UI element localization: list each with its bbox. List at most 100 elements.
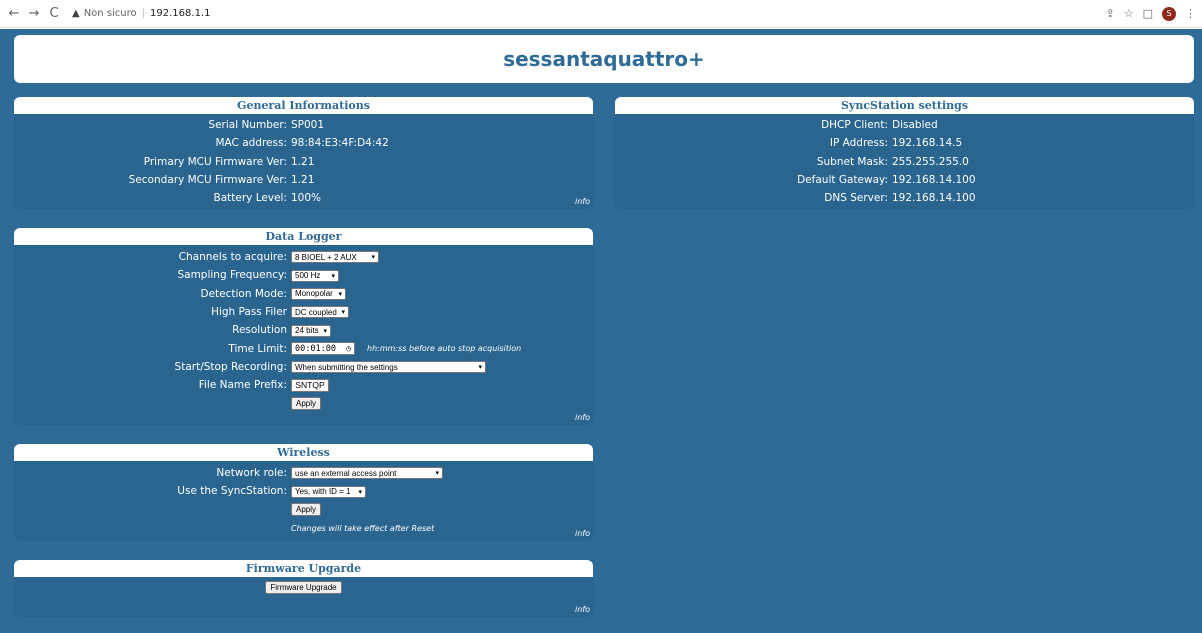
prefix-row: File Name Prefix: SNTQP	[14, 376, 593, 394]
network-role-row: Network role: use an external access poi…	[14, 464, 593, 482]
row-value: 192.168.14.5	[892, 137, 963, 150]
header-box: sessantaquattro+	[14, 35, 1194, 83]
role-label: Network role:	[216, 467, 287, 480]
info-row-serial: Serial Number: SP001	[14, 116, 593, 134]
row-label: Default Gateway:	[797, 174, 888, 187]
star-icon[interactable]: ☆	[1124, 7, 1134, 20]
chevron-down-icon: ▾	[341, 309, 345, 317]
row-value: 192.168.14.100	[892, 192, 976, 205]
channels-label: Channels to acquire:	[178, 251, 287, 264]
timelimit-hint: hh:mm:ss before auto stop acquisition	[367, 344, 522, 354]
chevron-down-icon: ▾	[358, 488, 362, 496]
wireless-apply-button[interactable]: Apply	[291, 503, 322, 517]
chevron-down-icon: ▾	[371, 254, 375, 262]
info-link[interactable]: info	[575, 605, 590, 614]
row-label: IP Address:	[829, 137, 888, 150]
resolution-label: Resolution	[232, 324, 287, 337]
datalogger-title: Data Logger	[14, 228, 593, 245]
syncstation-select[interactable]: Yes, with ID = 1 ▾	[291, 485, 366, 498]
row-value: 192.168.14.100	[892, 174, 976, 187]
profile-avatar[interactable]: S	[1162, 6, 1176, 21]
detection-select[interactable]: Monopolar ▾	[291, 287, 346, 300]
timelimit-row: Time Limit: 00:01:00 ◷ hh:mm:ss before au…	[14, 339, 593, 357]
prefix-input[interactable]: SNTQP	[291, 378, 329, 392]
row-label: DNS Server:	[824, 192, 888, 205]
wireless-note-row: Changes will take effect after Reset	[14, 519, 593, 537]
firmware-panel: Firmware Upgarde Firmware Upgrade info	[14, 560, 593, 617]
info-row-secondary-fw: Secondary MCU Firmware Ver: 1.21	[14, 171, 593, 189]
row-label: Primary MCU Firmware Ver:	[143, 155, 287, 168]
startstop-select[interactable]: When submitting the settings ▾	[291, 361, 486, 374]
hpf-row: High Pass Filer DC coupled ▾	[14, 303, 593, 321]
forward-icon[interactable]: →	[26, 6, 42, 22]
sync-row-dns: DNS Server: 192.168.14.100	[615, 189, 1194, 207]
wireless-title: Wireless	[14, 444, 593, 461]
row-value: 1.21	[291, 174, 315, 187]
startstop-label: Start/Stop Recording:	[174, 360, 287, 373]
detection-label: Detection Mode:	[200, 287, 288, 300]
row-value: 100%	[291, 192, 322, 205]
row-label: DHCP Client:	[821, 119, 888, 132]
menu-icon[interactable]: ⋮	[1185, 7, 1196, 20]
row-value: 98:84:E3:4F:D4:42	[291, 137, 389, 150]
row-value: 1.21	[291, 155, 315, 168]
row-label: Subnet Mask:	[816, 155, 888, 168]
firmware-title: Firmware Upgarde	[14, 560, 593, 577]
apply-row: Apply	[14, 394, 593, 412]
chevron-down-icon: ▾	[435, 470, 439, 478]
sync-row-gateway: Default Gateway: 192.168.14.100	[615, 171, 1194, 189]
resolution-row: Resolution 24 bits ▾	[14, 321, 593, 339]
row-value: SP001	[291, 119, 325, 132]
sync-row-subnet: Subnet Mask: 255.255.255.0	[615, 153, 1194, 171]
address-bar[interactable]: ▲ Non sicuro | 192.168.1.1	[72, 4, 210, 24]
sampling-row: Sampling Frequency: 500 Hz ▾	[14, 266, 593, 284]
sampling-label: Sampling Frequency:	[177, 269, 287, 282]
sidepanel-icon[interactable]: □	[1143, 7, 1153, 20]
row-label: Battery Level:	[213, 192, 287, 205]
back-icon[interactable]: ←	[6, 6, 22, 22]
startstop-row: Start/Stop Recording: When submitting th…	[14, 358, 593, 376]
url-text[interactable]: 192.168.1.1	[150, 8, 210, 19]
info-row-mac: MAC address: 98:84:E3:4F:D4:42	[14, 134, 593, 152]
wireless-apply-row: Apply	[14, 501, 593, 519]
detection-row: Detection Mode: Monopolar ▾	[14, 285, 593, 303]
info-row-battery: Battery Level: 100%	[14, 189, 593, 207]
row-label: Serial Number:	[208, 119, 287, 132]
sync-row-ip: IP Address: 192.168.14.5	[615, 134, 1194, 152]
warning-icon[interactable]: ▲	[72, 8, 80, 19]
firmware-upgrade-button[interactable]: Firmware Upgrade	[265, 581, 342, 594]
address-separator: |	[141, 8, 146, 19]
sampling-select[interactable]: 500 Hz ▾	[291, 269, 339, 282]
syncstation-title: SyncStation settings	[615, 97, 1194, 114]
general-title: General Informations	[14, 97, 593, 114]
resolution-select[interactable]: 24 bits ▾	[291, 324, 331, 337]
network-role-select[interactable]: use an external access point ▾	[291, 467, 443, 480]
chevron-down-icon: ▾	[478, 364, 482, 372]
share-icon[interactable]: ⇪	[1106, 7, 1115, 20]
clock-icon[interactable]: ◷	[346, 344, 351, 353]
info-link[interactable]: info	[575, 529, 590, 538]
syncstation-row: Use the SyncStation: Yes, with ID = 1 ▾	[14, 482, 593, 500]
chevron-down-icon: ▾	[338, 290, 342, 298]
timelimit-input[interactable]: 00:01:00 ◷	[291, 342, 355, 356]
reset-note: Changes will take effect after Reset	[291, 523, 435, 533]
channels-select[interactable]: 8 BIOEL + 2 AUX ▾	[291, 251, 379, 264]
chevron-down-icon: ▾	[331, 272, 335, 280]
hpf-label: High Pass Filer	[211, 306, 287, 319]
syncstation-panel: SyncStation settings DHCP Client: Disabl…	[615, 97, 1194, 209]
datalogger-panel: Data Logger Channels to acquire: 8 BIOEL…	[14, 228, 593, 425]
security-label[interactable]: Non sicuro	[84, 8, 137, 19]
info-link[interactable]: info	[575, 197, 590, 206]
sync-row-dhcp: DHCP Client: Disabled	[615, 116, 1194, 134]
info-row-primary-fw: Primary MCU Firmware Ver: 1.21	[14, 153, 593, 171]
hpf-select[interactable]: DC coupled ▾	[291, 306, 349, 319]
info-link[interactable]: info	[575, 413, 590, 422]
chevron-down-icon: ▾	[323, 327, 327, 335]
apply-button[interactable]: Apply	[291, 397, 322, 411]
browser-toolbar: ← → C ▲ Non sicuro | 192.168.1.1 ⇪ ☆ □ S…	[0, 0, 1202, 28]
reload-icon[interactable]: C	[46, 6, 62, 22]
row-value: Disabled	[892, 119, 938, 132]
row-label: Secondary MCU Firmware Ver:	[128, 174, 287, 187]
wireless-panel: Wireless Network role: use an external a…	[14, 444, 593, 541]
row-value: 255.255.255.0	[892, 155, 969, 168]
